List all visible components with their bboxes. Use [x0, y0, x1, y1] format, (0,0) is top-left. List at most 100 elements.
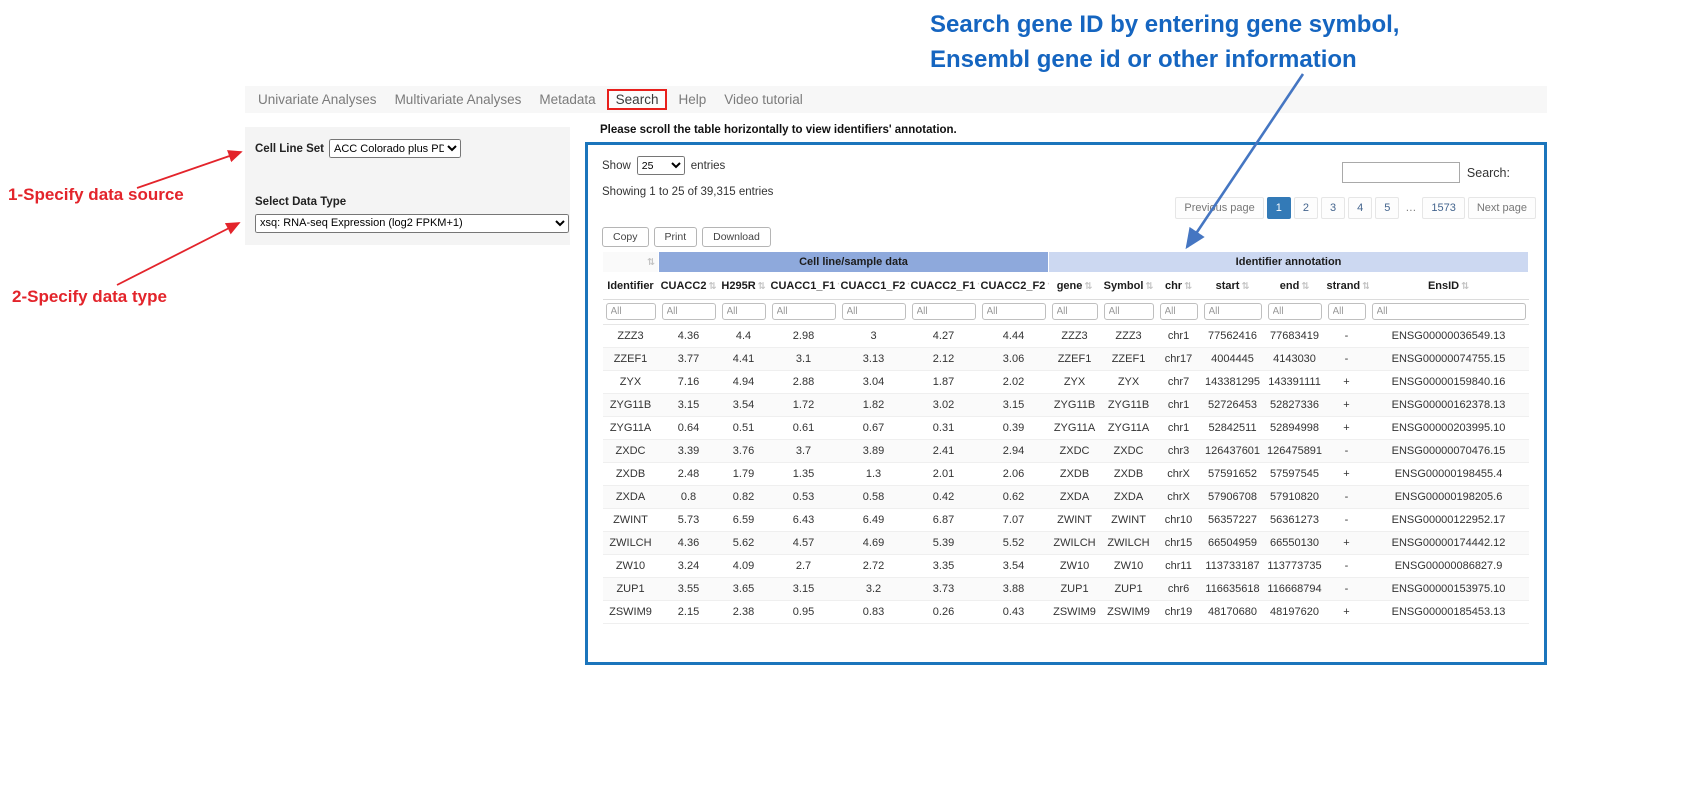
- sort-icon[interactable]: ⇅: [1184, 281, 1192, 292]
- filter-input-cuacc1-f2[interactable]: [842, 303, 906, 320]
- sort-icon[interactable]: ⇅: [837, 281, 838, 292]
- table-row[interactable]: ZW103.244.092.72.723.353.54ZW10ZW10chr11…: [603, 555, 1529, 578]
- sort-icon[interactable]: ⇅: [907, 281, 908, 292]
- filter-input-gene[interactable]: [1052, 303, 1098, 320]
- cell-ensid: ENSG00000086827.9: [1369, 555, 1529, 578]
- table-row[interactable]: ZWINT5.736.596.436.496.877.07ZWINTZWINTc…: [603, 509, 1529, 532]
- cell-line-set-select[interactable]: ACC Colorado plus PDX: [329, 139, 461, 158]
- column-header-cuacc1-f1[interactable]: CUACC1_F1⇅: [769, 273, 839, 300]
- sort-icon[interactable]: ⇅: [1301, 281, 1309, 292]
- page-2-button[interactable]: 2: [1294, 197, 1318, 219]
- column-header-cuacc2[interactable]: CUACC2⇅: [659, 273, 719, 300]
- column-header-ensid[interactable]: EnsID⇅: [1369, 273, 1529, 300]
- table-row[interactable]: ZYG11A0.640.510.610.670.310.39ZYG11AZYG1…: [603, 417, 1529, 440]
- cell-symbol: ZUP1: [1101, 578, 1157, 601]
- column-header-gene[interactable]: gene⇅: [1049, 273, 1101, 300]
- filter-input-symbol[interactable]: [1104, 303, 1154, 320]
- nav-item-video-tutorial[interactable]: Video tutorial: [715, 89, 812, 110]
- column-header-strand[interactable]: strand⇅: [1325, 273, 1369, 300]
- column-label: CUACC2: [661, 280, 707, 292]
- page-1573-button[interactable]: 1573: [1422, 197, 1464, 219]
- column-header-chr[interactable]: chr⇅: [1157, 273, 1201, 300]
- filter-input-start[interactable]: [1204, 303, 1262, 320]
- cell-cuacc2-f2: 3.54: [979, 555, 1049, 578]
- group-header-cell-line-sample-data: Cell line/sample data: [659, 252, 1049, 273]
- table-row[interactable]: ZWILCH4.365.624.574.695.395.52ZWILCHZWIL…: [603, 532, 1529, 555]
- data-type-select[interactable]: xsq: RNA-seq Expression (log2 FPKM+1): [255, 214, 569, 233]
- next-page-button[interactable]: Next page: [1468, 197, 1536, 219]
- sort-icon[interactable]: ⇅: [1461, 281, 1469, 292]
- table-row[interactable]: ZUP13.553.653.153.23.733.88ZUP1ZUP1chr61…: [603, 578, 1529, 601]
- filter-input-strand[interactable]: [1328, 303, 1366, 320]
- table-row[interactable]: ZYX7.164.942.883.041.872.02ZYXZYXchr7143…: [603, 371, 1529, 394]
- column-header-symbol[interactable]: Symbol⇅: [1101, 273, 1157, 300]
- table-row[interactable]: ZYG11B3.153.541.721.823.023.15ZYG11BZYG1…: [603, 394, 1529, 417]
- nav-item-search[interactable]: Search: [607, 89, 668, 110]
- column-header-cuacc2-f1[interactable]: CUACC2_F1⇅: [909, 273, 979, 300]
- nav-item-help[interactable]: Help: [669, 89, 715, 110]
- table-row[interactable]: ZZEF13.774.413.13.132.123.06ZZEF1ZZEF1ch…: [603, 348, 1529, 371]
- sort-icon[interactable]: ⇅: [1047, 281, 1048, 292]
- sort-icon[interactable]: ⇅: [1241, 281, 1249, 292]
- cell-cuacc1-f2: 2.72: [839, 555, 909, 578]
- filter-input-ensid[interactable]: [1372, 303, 1526, 320]
- sort-icon[interactable]: ⇅: [647, 257, 655, 268]
- cell-end: 48197620: [1265, 601, 1325, 624]
- identifier-sort-control[interactable]: ⇅: [603, 252, 659, 273]
- page-length-select[interactable]: 25: [637, 156, 685, 175]
- copy-button[interactable]: Copy: [602, 227, 649, 247]
- cell-end: 77683419: [1265, 325, 1325, 348]
- cell-strand: -: [1325, 509, 1369, 532]
- cell-chr: chr19: [1157, 601, 1201, 624]
- filter-input-identifier[interactable]: [606, 303, 656, 320]
- cell-symbol: ZWINT: [1101, 509, 1157, 532]
- table-row[interactable]: ZXDB2.481.791.351.32.012.06ZXDBZXDBchrX5…: [603, 463, 1529, 486]
- page-3-button[interactable]: 3: [1321, 197, 1345, 219]
- nav-item-metadata[interactable]: Metadata: [530, 89, 604, 110]
- filter-input-cuacc2[interactable]: [662, 303, 716, 320]
- table-row[interactable]: ZSWIM92.152.380.950.830.260.43ZSWIM9ZSWI…: [603, 601, 1529, 624]
- page-1-button[interactable]: 1: [1267, 197, 1291, 219]
- previous-page-button[interactable]: Previous page: [1175, 197, 1263, 219]
- filter-input-cuacc1-f1[interactable]: [772, 303, 836, 320]
- page-5-button[interactable]: 5: [1375, 197, 1399, 219]
- cell-chr: chrX: [1157, 486, 1201, 509]
- sort-icon[interactable]: ⇅: [708, 281, 716, 292]
- sort-icon[interactable]: ⇅: [1145, 281, 1153, 292]
- page-4-button[interactable]: 4: [1348, 197, 1372, 219]
- filter-input-cuacc2-f2[interactable]: [982, 303, 1046, 320]
- cell-cuacc2-f1: 3.73: [909, 578, 979, 601]
- filter-input-chr[interactable]: [1160, 303, 1198, 320]
- cell-gene: ZUP1: [1049, 578, 1101, 601]
- table-row[interactable]: ZXDA0.80.820.530.580.420.62ZXDAZXDAchrX5…: [603, 486, 1529, 509]
- filter-input-cuacc2-f1[interactable]: [912, 303, 976, 320]
- pagination-ellipsis: …: [1402, 198, 1419, 218]
- cell-strand: -: [1325, 348, 1369, 371]
- cell-gene: ZYX: [1049, 371, 1101, 394]
- nav-item-multivariate-analyses[interactable]: Multivariate Analyses: [386, 89, 531, 110]
- nav-item-univariate-analyses[interactable]: Univariate Analyses: [249, 89, 386, 110]
- column-header-start[interactable]: start⇅: [1201, 273, 1265, 300]
- column-header-cuacc1-f2[interactable]: CUACC1_F2⇅: [839, 273, 909, 300]
- print-button[interactable]: Print: [654, 227, 698, 247]
- table-row[interactable]: ZZZ34.364.42.9834.274.44ZZZ3ZZZ3chr17756…: [603, 325, 1529, 348]
- column-header-end[interactable]: end⇅: [1265, 273, 1325, 300]
- table-search-input[interactable]: [1342, 162, 1460, 183]
- sort-icon[interactable]: ⇅: [758, 281, 766, 292]
- table-row[interactable]: ZXDC3.393.763.73.892.412.94ZXDCZXDCchr31…: [603, 440, 1529, 463]
- cell-cuacc1-f1: 0.61: [769, 417, 839, 440]
- column-header-identifier[interactable]: Identifier: [603, 273, 659, 300]
- filter-input-end[interactable]: [1268, 303, 1322, 320]
- column-label: CUACC2_F1: [911, 280, 976, 292]
- column-header-h295r[interactable]: H295R⇅: [719, 273, 769, 300]
- sort-icon[interactable]: ⇅: [977, 281, 978, 292]
- cell-end: 126475891: [1265, 440, 1325, 463]
- cell-h295r: 3.76: [719, 440, 769, 463]
- column-header-cuacc2-f2[interactable]: CUACC2_F2⇅: [979, 273, 1049, 300]
- cell-cuacc1-f1: 3.1: [769, 348, 839, 371]
- sort-icon[interactable]: ⇅: [1362, 281, 1368, 292]
- cell-strand: +: [1325, 371, 1369, 394]
- download-button[interactable]: Download: [702, 227, 771, 247]
- filter-input-h295r[interactable]: [722, 303, 766, 320]
- sort-icon[interactable]: ⇅: [1084, 281, 1092, 292]
